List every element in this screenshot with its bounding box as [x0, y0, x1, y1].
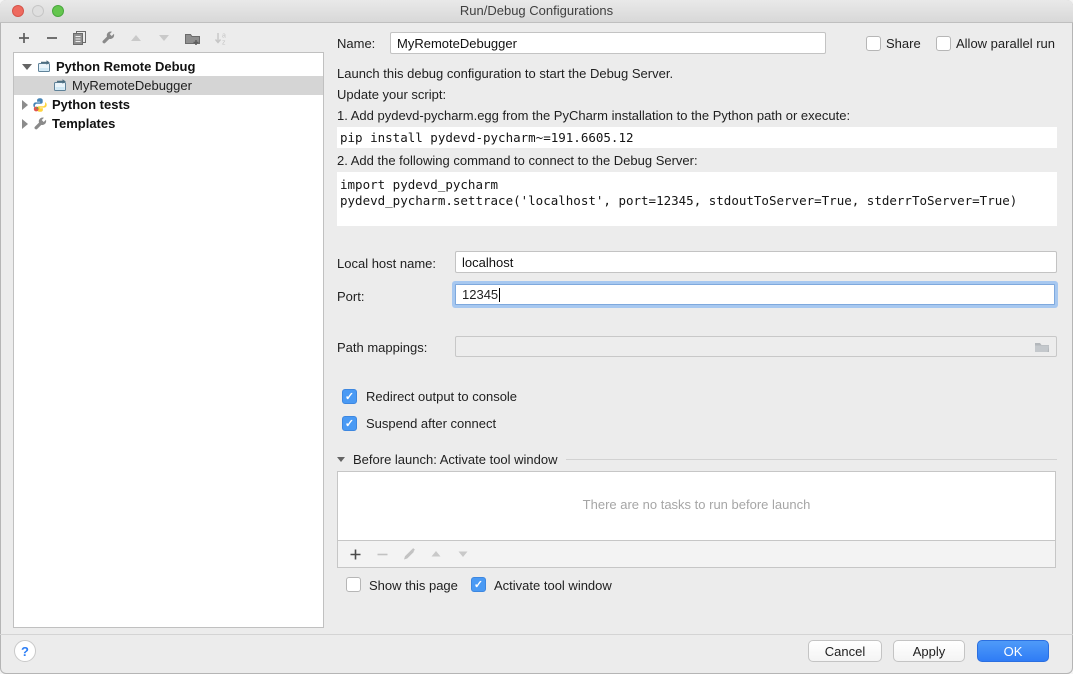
section-divider — [566, 459, 1057, 460]
port-value: 12345 — [462, 287, 498, 302]
tree-item-label: Templates — [52, 116, 115, 131]
new-folder-icon[interactable] — [184, 30, 200, 46]
port-input[interactable]: 12345 — [455, 284, 1055, 305]
svg-text:z: z — [222, 39, 226, 46]
configurations-toolbar: a z — [16, 30, 228, 46]
help-button[interactable]: ? — [14, 640, 36, 662]
move-task-down-icon — [455, 546, 471, 562]
add-icon[interactable] — [16, 30, 32, 46]
code-line-2: pydevd_pycharm.settrace('localhost', por… — [340, 193, 1017, 208]
question-mark-icon: ? — [21, 644, 29, 659]
tree-item-myremotedebugger[interactable]: MyRemoteDebugger — [14, 76, 323, 95]
chevron-right-icon[interactable] — [22, 100, 28, 110]
copy-configuration-icon[interactable] — [72, 30, 88, 46]
update-script-text: Update your script: — [337, 87, 446, 102]
tree-item-label: Python Remote Debug — [56, 59, 195, 74]
sort-configurations-icon: a z — [212, 30, 228, 46]
wrench-icon — [32, 116, 48, 132]
cancel-button[interactable]: Cancel — [808, 640, 882, 662]
local-host-name-input[interactable] — [455, 251, 1057, 273]
move-down-icon — [156, 30, 172, 46]
allow-parallel-run-label: Allow parallel run — [956, 36, 1055, 51]
share-checkbox[interactable] — [866, 36, 881, 51]
before-launch-section-header[interactable]: Before launch: Activate tool window — [337, 452, 1057, 467]
check-icon: ✓ — [345, 417, 354, 430]
move-task-up-icon — [428, 546, 444, 562]
show-this-page-label: Show this page — [369, 578, 458, 593]
allow-parallel-run-checkbox[interactable] — [936, 36, 951, 51]
tree-item-templates[interactable]: Templates — [14, 114, 323, 133]
activate-tool-window-checkbox[interactable]: ✓ — [471, 577, 486, 592]
apply-button[interactable]: Apply — [893, 640, 965, 662]
apply-button-label: Apply — [913, 644, 946, 659]
name-input[interactable] — [390, 32, 826, 54]
check-icon: ✓ — [474, 578, 483, 591]
activate-tool-window-label: Activate tool window — [494, 578, 612, 593]
description-text: Launch this debug configuration to start… — [337, 66, 673, 81]
add-task-icon[interactable] — [347, 546, 363, 562]
footer-divider — [0, 634, 1073, 635]
before-launch-title: Before launch: Activate tool window — [353, 452, 558, 467]
remove-task-icon — [374, 546, 390, 562]
settrace-code-block: import pydevd_pycharm pydevd_pycharm.set… — [337, 172, 1057, 226]
svg-text:a: a — [222, 32, 226, 39]
port-label: Port: — [337, 289, 364, 304]
remote-debug-config-icon — [52, 78, 68, 94]
tree-item-python-tests[interactable]: Python tests — [14, 95, 323, 114]
pip-command-code: pip install pydevd-pycharm~=191.6605.12 — [337, 127, 1057, 148]
step2-text: 2. Add the following command to connect … — [337, 153, 698, 168]
name-label: Name: — [337, 36, 375, 51]
edit-templates-icon[interactable] — [100, 30, 116, 46]
window-title: Run/Debug Configurations — [0, 3, 1073, 18]
remove-icon[interactable] — [44, 30, 60, 46]
code-line-1: import pydevd_pycharm — [340, 177, 498, 192]
check-icon: ✓ — [345, 390, 354, 403]
local-host-name-label: Local host name: — [337, 256, 436, 271]
no-tasks-text: There are no tasks to run before launch — [583, 497, 811, 512]
path-mappings-input[interactable] — [455, 336, 1057, 357]
edit-task-icon — [401, 546, 417, 562]
tree-item-python-remote-debug[interactable]: Python Remote Debug — [14, 57, 323, 76]
redirect-output-checkbox[interactable]: ✓ — [342, 389, 357, 404]
ok-button[interactable]: OK — [977, 640, 1049, 662]
chevron-right-icon[interactable] — [22, 119, 28, 129]
remote-debug-config-icon — [36, 59, 52, 75]
before-launch-task-list[interactable]: There are no tasks to run before launch — [337, 471, 1056, 541]
text-caret — [499, 288, 500, 302]
configurations-tree: Python Remote Debug MyRemoteDebugger — [13, 52, 324, 628]
folder-icon[interactable] — [1034, 340, 1050, 353]
show-this-page-checkbox[interactable] — [346, 577, 361, 592]
ok-button-label: OK — [1004, 644, 1023, 659]
tree-item-label: Python tests — [52, 97, 130, 112]
tree-item-label: MyRemoteDebugger — [72, 78, 192, 93]
chevron-down-icon[interactable] — [22, 64, 32, 70]
suspend-after-connect-label: Suspend after connect — [366, 416, 496, 431]
redirect-output-label: Redirect output to console — [366, 389, 517, 404]
chevron-down-icon[interactable] — [337, 457, 345, 462]
title-bar: Run/Debug Configurations — [0, 0, 1073, 23]
suspend-after-connect-checkbox[interactable]: ✓ — [342, 416, 357, 431]
path-mappings-label: Path mappings: — [337, 340, 427, 355]
python-tests-icon — [32, 97, 48, 113]
run-debug-configurations-dialog: Run/Debug Configurations — [0, 0, 1073, 674]
share-label: Share — [886, 36, 921, 51]
step1-text: 1. Add pydevd-pycharm.egg from the PyCha… — [337, 108, 850, 123]
before-launch-toolbar — [337, 541, 1056, 568]
move-up-icon — [128, 30, 144, 46]
cancel-button-label: Cancel — [825, 644, 865, 659]
